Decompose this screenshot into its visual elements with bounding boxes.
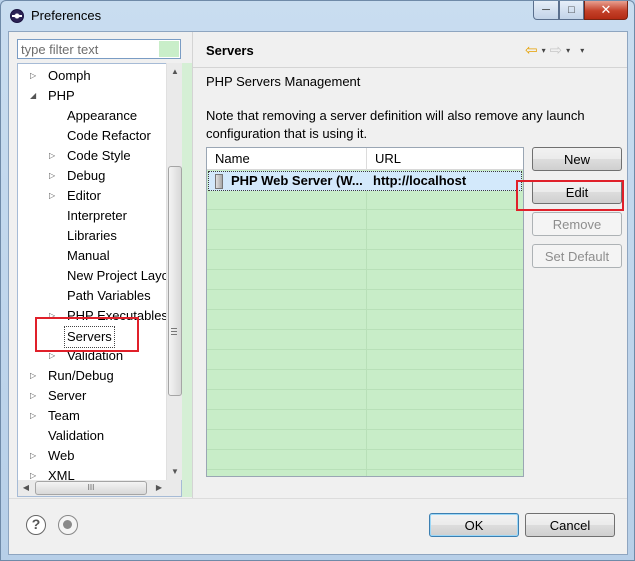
- column-header-name[interactable]: Name: [207, 148, 367, 170]
- tree-item-label: Code Refactor: [67, 128, 151, 143]
- record-macro-icon[interactable]: [58, 515, 78, 535]
- preference-tree: ▷ Oomph ◢ PHP Appearance Code Refactor ▷ Code S…: [17, 63, 182, 497]
- tree-item-label: Manual: [67, 248, 110, 263]
- scroll-grip-icon: [171, 328, 177, 335]
- tree-item-label: Validation: [48, 428, 105, 443]
- forward-arrow-icon[interactable]: ⇨: [550, 41, 563, 59]
- expand-chevron-icon[interactable]: ▷: [30, 406, 39, 426]
- collapse-chevron-icon[interactable]: ◢: [30, 86, 39, 106]
- table-grid-row: [207, 230, 523, 250]
- tree-horizontal-scrollbar[interactable]: ◀ III ▶: [17, 480, 182, 497]
- remove-button: Remove: [532, 212, 622, 236]
- pane-divider-strip: [182, 63, 192, 497]
- scroll-thumb[interactable]: [168, 166, 182, 396]
- edit-button[interactable]: Edit: [532, 180, 622, 204]
- preferences-window: Preferences ─ □ ✕ ▷ Oomph ◢ PHP Appearance Co…: [0, 0, 635, 561]
- header-separator: [193, 67, 627, 68]
- page-navigation: ⇦ ▾ ⇨ ▾ ▾: [525, 41, 584, 59]
- table-grid-row: [207, 310, 523, 330]
- scroll-grip-label: III: [87, 483, 95, 492]
- page-note: Note that removing a server definition w…: [206, 108, 585, 141]
- expand-chevron-icon[interactable]: ▷: [30, 366, 39, 386]
- footer-separator: [9, 498, 627, 499]
- filter-clear-icon[interactable]: [159, 41, 179, 57]
- back-arrow-icon[interactable]: ⇦: [525, 41, 538, 59]
- maximize-button[interactable]: □: [559, 1, 584, 20]
- title-bar[interactable]: Preferences ─ □ ✕: [1, 1, 634, 31]
- table-grid-row: [207, 370, 523, 390]
- tree-item-label: Libraries: [67, 228, 117, 243]
- table-row[interactable]: PHP Web Server (W... http://localhost: [208, 171, 522, 191]
- scroll-down-icon[interactable]: ▼: [167, 463, 183, 480]
- scroll-right-icon[interactable]: ▶: [151, 480, 167, 496]
- table-grid-row: [207, 350, 523, 370]
- tree-item-label: Code Style: [67, 148, 131, 163]
- tree-item-label: Server: [48, 388, 87, 403]
- scroll-thumb-horizontal[interactable]: III: [35, 481, 147, 495]
- tree-item-label: PHP Executables: [67, 308, 168, 323]
- expand-chevron-icon[interactable]: ▷: [30, 446, 39, 466]
- tree-item-label: Validation: [67, 348, 124, 363]
- table-grid-row: [207, 250, 523, 270]
- table-header: Name URL: [207, 148, 523, 170]
- help-icon[interactable]: ?: [26, 515, 46, 535]
- expand-chevron-icon[interactable]: ▷: [30, 386, 39, 406]
- forward-dropdown-icon[interactable]: ▾: [566, 46, 570, 55]
- dialog-client: ▷ Oomph ◢ PHP Appearance Code Refactor ▷ Code S…: [8, 31, 628, 555]
- expand-chevron-icon[interactable]: ▷: [49, 186, 58, 206]
- page-title: Servers: [206, 43, 254, 58]
- table-body: PHP Web Server (W... http://localhost: [207, 170, 523, 476]
- scroll-left-icon[interactable]: ◀: [18, 480, 34, 496]
- table-grid-row: [207, 430, 523, 450]
- tree-item-label: Run/Debug: [48, 368, 114, 383]
- servers-table[interactable]: Name URL PHP Web Server (W... http://loca…: [206, 147, 524, 477]
- expand-chevron-icon[interactable]: ▷: [30, 66, 39, 86]
- set-default-button: Set Default: [532, 244, 622, 268]
- cancel-button[interactable]: Cancel: [525, 513, 615, 537]
- tree-item-label: PHP: [48, 88, 75, 103]
- window-title: Preferences: [31, 8, 102, 23]
- table-grid-row: [207, 330, 523, 350]
- table-grid-row: [207, 190, 523, 210]
- cell-name: PHP Web Server (W...: [231, 173, 363, 188]
- back-dropdown-icon[interactable]: ▾: [542, 46, 546, 55]
- table-grid-row: [207, 210, 523, 230]
- minimize-button[interactable]: ─: [533, 1, 559, 20]
- tree-item-label: Team: [48, 408, 80, 423]
- pane-sash[interactable]: [192, 32, 193, 498]
- expand-chevron-icon[interactable]: ▷: [49, 146, 58, 166]
- table-grid-row: [207, 290, 523, 310]
- table-grid-row: [207, 270, 523, 290]
- table-grid-row: [207, 450, 523, 470]
- tree-item-label: Appearance: [67, 108, 138, 123]
- tree-item-label: Debug: [67, 168, 106, 183]
- tree-item-label: Path Variables: [67, 288, 151, 303]
- tree-item-label: Interpreter: [67, 208, 127, 223]
- expand-chevron-icon[interactable]: ▷: [49, 166, 58, 186]
- tree-item-label: Servers: [64, 326, 115, 348]
- ok-button[interactable]: OK: [429, 513, 519, 537]
- table-grid-row: [207, 390, 523, 410]
- table-grid-row: [207, 410, 523, 430]
- expand-chevron-icon[interactable]: ▷: [49, 306, 58, 326]
- tree-item-label: Web: [48, 448, 75, 463]
- tree-item-label: New Project Layout: [67, 268, 180, 283]
- tree-item-label: Editor: [67, 188, 101, 203]
- expand-chevron-icon[interactable]: ▷: [49, 346, 58, 366]
- scroll-up-icon[interactable]: ▲: [167, 63, 183, 80]
- eclipse-icon: [10, 9, 24, 23]
- tree-vertical-scrollbar[interactable]: ▲ ▼: [166, 63, 183, 480]
- server-icon: [215, 174, 223, 189]
- cell-url: http://localhost: [373, 173, 467, 188]
- page-subtitle: PHP Servers Management: [206, 74, 361, 89]
- tree-item-label: Oomph: [48, 68, 91, 83]
- close-button[interactable]: ✕: [584, 1, 628, 20]
- column-header-url[interactable]: URL: [367, 148, 523, 170]
- window-controls: ─ □ ✕: [533, 1, 628, 20]
- new-button[interactable]: New: [532, 147, 622, 171]
- view-menu-icon[interactable]: ▾: [580, 46, 584, 55]
- filter-input[interactable]: [17, 39, 181, 59]
